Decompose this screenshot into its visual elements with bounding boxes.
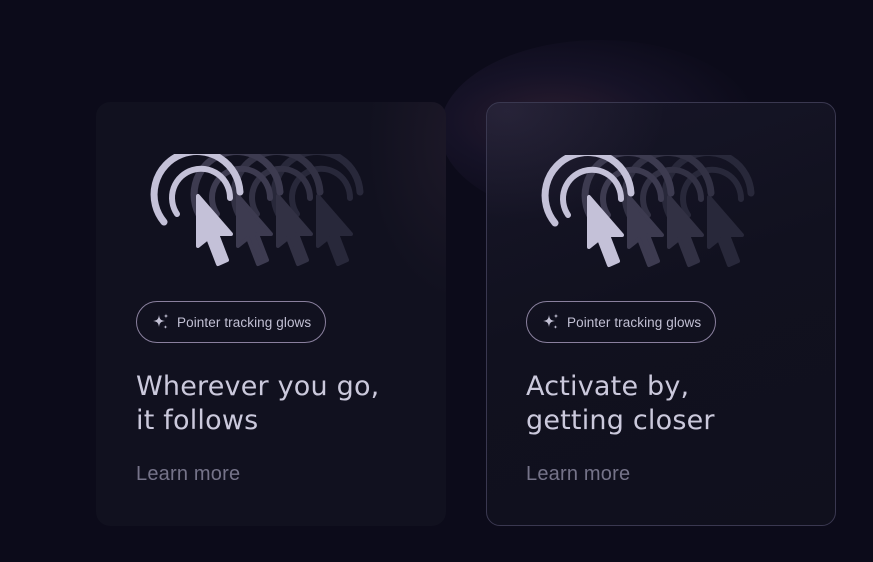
- card-title: Activate by, getting closer: [526, 370, 816, 438]
- feature-badge: Pointer tracking glows: [526, 301, 717, 343]
- feature-badge: Pointer tracking glows: [136, 301, 327, 343]
- learn-more-link[interactable]: Learn more: [526, 463, 630, 486]
- learn-more-link[interactable]: Learn more: [136, 463, 240, 486]
- card-title-line-2: it follows: [136, 405, 259, 436]
- feature-card-follow[interactable]: Pointer tracking glows Wherever you go, …: [96, 102, 446, 526]
- sparkle-icon: [153, 313, 169, 329]
- page-canvas: Pointer tracking glows Wherever you go, …: [0, 0, 873, 562]
- card-title: Wherever you go, it follows: [136, 370, 426, 438]
- badge-label: Pointer tracking glows: [177, 314, 312, 330]
- sparkle-icon: [543, 313, 559, 329]
- pointer-tracking-icon: [537, 155, 777, 285]
- card-title-line-1: Activate by,: [526, 371, 690, 402]
- badge-label: Pointer tracking glows: [567, 314, 702, 330]
- feature-card-proximity[interactable]: Pointer tracking glows Activate by, gett…: [486, 102, 836, 526]
- card-title-line-1: Wherever you go,: [136, 371, 380, 402]
- card-title-line-2: getting closer: [526, 405, 715, 436]
- pointer-tracking-icon: [146, 154, 386, 284]
